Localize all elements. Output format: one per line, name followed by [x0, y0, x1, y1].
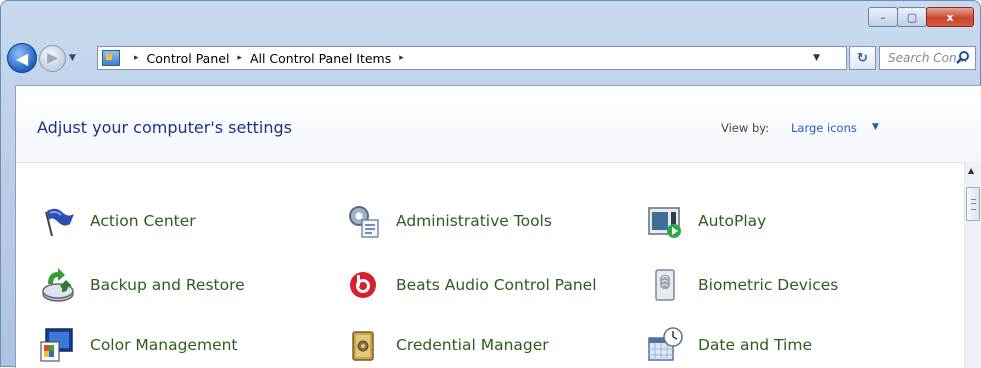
scroll-up-arrow-icon[interactable]: ▲	[968, 166, 974, 175]
item-label[interactable]: Backup and Restore	[90, 276, 245, 294]
scroll-thumb[interactable]	[966, 187, 980, 221]
breadcrumb-control-panel[interactable]: Control Panel	[147, 51, 230, 66]
item-backup-restore[interactable]: Backup and Restore	[38, 266, 245, 304]
item-label[interactable]: Action Center	[90, 212, 196, 230]
page-title: Adjust your computer's settings	[37, 118, 292, 137]
biometric-devices-icon	[655, 269, 675, 301]
color-management-icon	[40, 328, 73, 362]
close-button[interactable]: x	[926, 7, 974, 27]
search-input[interactable]: Search Con...	[879, 46, 976, 70]
item-label[interactable]: Administrative Tools	[396, 212, 552, 230]
credential-manager-icon	[352, 331, 374, 361]
back-button[interactable]: ◀	[7, 43, 37, 73]
navigation-bar: ◀ ▶ ▼ ▸ Control Panel ▸ All Control Pane…	[7, 41, 976, 75]
breadcrumb-all-items[interactable]: All Control Panel Items	[250, 51, 391, 66]
scroll-grip-icon	[971, 199, 976, 210]
item-autoplay[interactable]: AutoPlay	[646, 202, 766, 240]
item-label[interactable]: Date and Time	[698, 336, 812, 354]
item-biometric-devices[interactable]: Biometric Devices	[646, 266, 838, 304]
content-pane: Adjust your computer's settings View by:…	[15, 85, 981, 368]
control-panel-icon	[102, 50, 120, 66]
date-time-icon	[648, 327, 683, 361]
breadcrumb-separator[interactable]: ▸	[134, 53, 139, 63]
breadcrumb-separator[interactable]: ▸	[399, 53, 404, 63]
autoplay-icon	[648, 207, 681, 238]
minimize-button[interactable]: –	[868, 7, 898, 27]
control-panel-window: – ▢ x ◀ ▶ ▼ ▸ Control Panel ▸ All Contro…	[0, 0, 981, 368]
item-date-time[interactable]: Date and Time	[646, 326, 812, 364]
recent-pages-dropdown[interactable]: ▼	[69, 53, 76, 63]
content-header: Adjust your computer's settings View by:…	[16, 86, 981, 163]
refresh-button[interactable]: ↻	[849, 46, 876, 70]
item-action-center[interactable]: Action Center	[38, 202, 196, 240]
beats-audio-icon	[350, 272, 376, 298]
item-label[interactable]: Credential Manager	[396, 336, 549, 354]
address-dropdown[interactable]: ▼	[813, 53, 820, 63]
address-bar[interactable]: ▸ Control Panel ▸ All Control Panel Item…	[97, 46, 847, 70]
item-credential-manager[interactable]: Credential Manager	[344, 326, 549, 364]
vertical-scrollbar[interactable]: ▲	[964, 162, 981, 368]
item-label[interactable]: Color Management	[90, 336, 238, 354]
caption-buttons: – ▢ x	[868, 7, 974, 27]
action-center-flag-icon	[45, 208, 74, 237]
view-by-dropdown[interactable]: Large icons	[791, 121, 857, 135]
forward-button[interactable]: ▶	[39, 44, 66, 72]
search-icon[interactable]	[956, 50, 970, 64]
item-label[interactable]: Biometric Devices	[698, 276, 838, 294]
view-by-label: View by:	[721, 121, 770, 135]
breadcrumb-separator[interactable]: ▸	[237, 53, 242, 63]
item-label[interactable]: Beats Audio Control Panel	[396, 276, 597, 294]
item-administrative-tools[interactable]: Administrative Tools	[344, 202, 552, 240]
backup-restore-icon	[42, 268, 74, 302]
chevron-down-icon[interactable]: ▼	[872, 122, 879, 132]
maximize-button[interactable]: ▢	[897, 7, 927, 27]
item-label[interactable]: AutoPlay	[698, 212, 766, 230]
administrative-tools-icon	[349, 206, 379, 238]
item-beats-audio[interactable]: Beats Audio Control Panel	[344, 266, 597, 304]
item-color-management[interactable]: Color Management	[38, 326, 238, 364]
